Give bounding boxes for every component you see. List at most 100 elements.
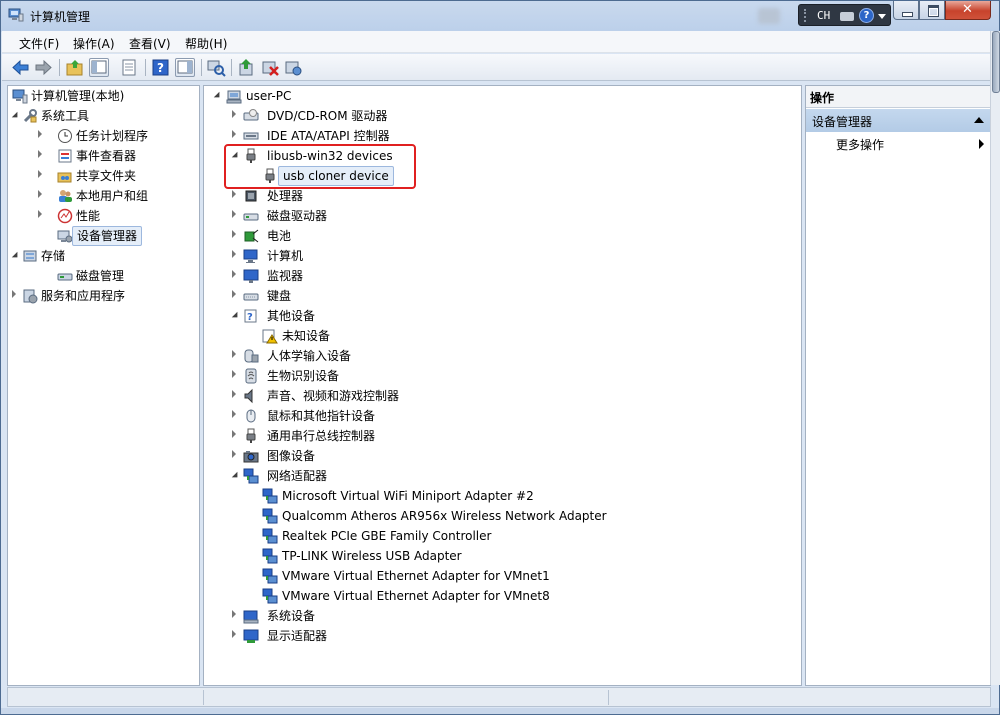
expand-icon[interactable] xyxy=(232,246,240,266)
device-item-label: VMware Virtual Ethernet Adapter for VMne… xyxy=(282,589,550,603)
performance-icon xyxy=(57,208,73,224)
actions-section-device-manager[interactable]: 设备管理器 xyxy=(806,109,990,132)
battery-icon xyxy=(243,228,259,244)
network-adapter-icon xyxy=(262,588,278,604)
language-indicator[interactable]: CH xyxy=(817,9,830,22)
language-bar[interactable]: CH ? xyxy=(798,4,891,26)
keyboard-icon[interactable] xyxy=(840,12,854,21)
back-icon[interactable] xyxy=(11,58,31,77)
expand-icon[interactable] xyxy=(38,166,46,186)
menu-file[interactable]: 文件(F) xyxy=(19,35,59,52)
device-item-label: TP-LINK Wireless USB Adapter xyxy=(282,549,462,563)
expand-icon[interactable] xyxy=(232,366,240,386)
tree-label: 本地用户和组 xyxy=(76,189,149,203)
maximize-button[interactable] xyxy=(919,1,945,20)
device-item-label: Microsoft Virtual WiFi Miniport Adapter … xyxy=(282,489,534,503)
computer-management-window: 计算机管理 CH ? 文件(F) 操作(A) 查看(V) 帮助(H) xyxy=(0,0,1000,715)
network-adapter-icon xyxy=(262,508,278,524)
actions-pane: 操作 设备管理器 更多操作 xyxy=(805,85,991,686)
device-category-label: DVD/CD-ROM 驱动器 xyxy=(267,109,388,123)
processor-icon xyxy=(243,188,259,204)
expand-icon[interactable] xyxy=(38,126,46,146)
expand-icon[interactable] xyxy=(232,446,240,466)
disable-device-icon[interactable] xyxy=(260,58,280,77)
chevron-right-icon[interactable] xyxy=(979,139,984,149)
device-category-label: 图像设备 xyxy=(267,449,316,463)
expand-icon[interactable] xyxy=(232,406,240,426)
update-driver-icon[interactable] xyxy=(237,58,257,77)
expand-icon[interactable] xyxy=(232,186,240,206)
close-button[interactable] xyxy=(945,1,991,20)
properties-icon[interactable] xyxy=(119,58,139,77)
tree-label: 服务和应用程序 xyxy=(41,289,126,303)
computer-icon xyxy=(243,248,259,264)
expand-icon[interactable] xyxy=(232,126,240,146)
network-adapter-icon xyxy=(262,488,278,504)
show-hide-action-pane-icon[interactable] xyxy=(175,58,195,77)
minimize-button[interactable] xyxy=(893,1,919,20)
more-actions-item[interactable]: 更多操作 xyxy=(836,136,884,153)
tree-label: 事件查看器 xyxy=(76,149,137,163)
expand-icon[interactable] xyxy=(38,206,46,226)
collapse-icon[interactable] xyxy=(231,306,241,326)
expand-icon[interactable] xyxy=(232,346,240,366)
device-item-label: VMware Virtual Ethernet Adapter for VMne… xyxy=(282,569,550,583)
help-icon[interactable]: ? xyxy=(151,58,171,77)
menu-action[interactable]: 操作(A) xyxy=(73,35,115,52)
expand-icon[interactable] xyxy=(232,266,240,286)
computer-management-icon xyxy=(12,88,28,104)
up-folder-icon[interactable] xyxy=(65,58,85,77)
blurred-indicator xyxy=(758,8,780,24)
storage-icon xyxy=(22,248,38,264)
svg-text:?: ? xyxy=(157,61,164,75)
expand-icon[interactable] xyxy=(12,286,20,306)
device-item-label: Qualcomm Atheros AR956x Wireless Network… xyxy=(282,509,607,523)
expand-icon[interactable] xyxy=(38,186,46,206)
collapse-icon[interactable] xyxy=(11,106,21,126)
menu-view[interactable]: 查看(V) xyxy=(129,35,171,52)
usb-plug-icon xyxy=(243,428,259,444)
users-icon xyxy=(57,188,73,204)
device-category-label: 处理器 xyxy=(267,189,304,203)
window-title: 计算机管理 xyxy=(30,10,91,24)
show-hide-tree-icon[interactable] xyxy=(89,58,109,77)
device-category-label: 磁盘驱动器 xyxy=(267,209,328,223)
speaker-icon xyxy=(243,388,259,404)
uninstall-device-icon[interactable] xyxy=(283,58,303,77)
scrollbar-thumb[interactable] xyxy=(992,31,1000,93)
collapse-icon[interactable] xyxy=(231,466,241,486)
chevron-down-icon[interactable] xyxy=(878,14,886,19)
grip-icon[interactable] xyxy=(804,9,810,22)
tree-label: 存储 xyxy=(41,249,66,263)
warning-device-icon xyxy=(262,328,278,344)
expand-icon[interactable] xyxy=(232,206,240,226)
root-label: user-PC xyxy=(246,89,292,103)
scan-hardware-icon[interactable] xyxy=(206,58,226,77)
expand-icon[interactable] xyxy=(232,386,240,406)
collapse-icon[interactable] xyxy=(213,86,223,106)
collapse-icon[interactable] xyxy=(11,246,21,266)
collapse-icon[interactable] xyxy=(974,117,984,123)
help-icon[interactable]: ? xyxy=(859,8,874,23)
device-category-label: 人体学输入设备 xyxy=(267,349,352,363)
status-bar xyxy=(7,687,991,707)
expand-icon[interactable] xyxy=(232,626,240,646)
expand-icon[interactable] xyxy=(232,606,240,626)
expand-icon[interactable] xyxy=(232,286,240,306)
title-bar[interactable]: 计算机管理 CH ? xyxy=(1,1,999,31)
vertical-scrollbar[interactable] xyxy=(990,31,1000,685)
network-adapter-icon xyxy=(262,528,278,544)
expand-icon[interactable] xyxy=(38,146,46,166)
toolbar-separator xyxy=(145,59,146,76)
expand-icon[interactable] xyxy=(232,226,240,246)
tools-icon xyxy=(22,108,38,124)
device-category-label: 显示适配器 xyxy=(267,629,328,643)
device-category-label: 网络适配器 xyxy=(267,469,328,483)
expand-icon[interactable] xyxy=(232,106,240,126)
expand-icon[interactable] xyxy=(232,426,240,446)
forward-icon[interactable] xyxy=(33,58,53,77)
menu-help[interactable]: 帮助(H) xyxy=(185,35,227,52)
network-adapter-icon xyxy=(262,568,278,584)
device-manager-icon xyxy=(57,228,73,244)
console-tree-pane[interactable]: 计算机管理(本地) 系统工具 任务计划程序 事件查看器 共享文件夹 本地用户和组 性能 设备… xyxy=(7,85,200,686)
